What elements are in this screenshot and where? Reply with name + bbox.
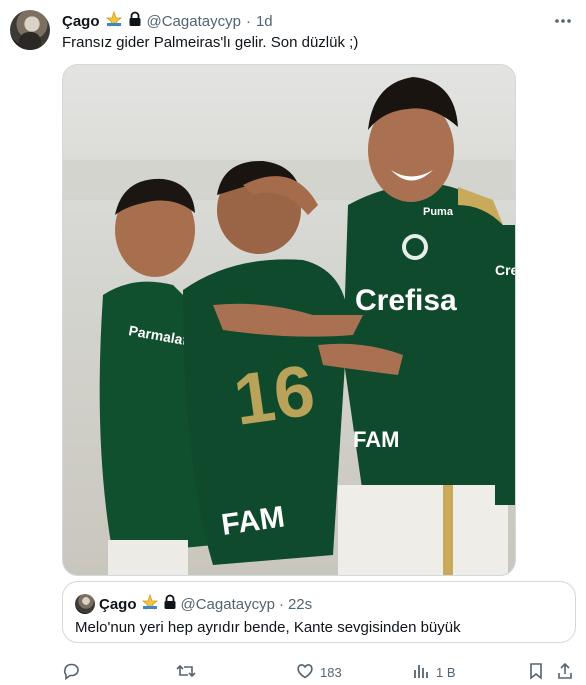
tweet-header: Çago @Cagataycyp · 1d bbox=[62, 10, 273, 32]
bookmark-button[interactable] bbox=[528, 660, 544, 684]
more-icon bbox=[554, 11, 572, 29]
timestamp[interactable]: 1d bbox=[256, 13, 273, 30]
quote-text: Melo'nun yeri hep ayrıdır bende, Kante s… bbox=[75, 619, 461, 636]
jersey-text: Crefisa bbox=[355, 284, 457, 317]
separator-dot: · bbox=[278, 595, 284, 613]
jersey-text: FAM bbox=[353, 427, 399, 452]
like-icon bbox=[296, 662, 314, 683]
views-count: 1 B bbox=[436, 664, 456, 680]
retweet-button[interactable] bbox=[176, 660, 202, 684]
more-button[interactable] bbox=[552, 10, 574, 30]
quote-author-handle: @Cagataycyp bbox=[180, 595, 275, 613]
bookmark-icon bbox=[528, 662, 544, 683]
jersey-number: 16 bbox=[229, 350, 319, 440]
tweet-text: Fransız gider Palmeiras'lı gelir. Son dü… bbox=[62, 34, 359, 51]
lock-icon bbox=[163, 594, 177, 614]
lock-icon bbox=[128, 11, 142, 31]
quote-avatar bbox=[75, 594, 95, 614]
author-handle[interactable]: @Cagataycyp bbox=[147, 13, 241, 30]
tweet-photo[interactable]: Parmalat 16 FAM Crefisa FAM Puma Cr bbox=[62, 64, 516, 576]
views-button[interactable]: 1 B bbox=[412, 660, 456, 684]
jersey-text: Crefisa bbox=[495, 262, 516, 278]
quote-timestamp: 22s bbox=[287, 595, 313, 613]
author-name[interactable]: Çago bbox=[62, 13, 100, 30]
verified-emoji-icon bbox=[105, 10, 123, 32]
tweet: Çago @Cagataycyp · 1d Fransız gider Palm… bbox=[0, 0, 586, 685]
action-bar: 183 1 B bbox=[62, 660, 576, 684]
quote-author-name: Çago bbox=[99, 595, 137, 613]
share-button[interactable] bbox=[556, 660, 574, 684]
jersey-text: Puma bbox=[423, 206, 454, 218]
like-count: 183 bbox=[320, 664, 342, 680]
reply-icon bbox=[62, 662, 80, 683]
share-icon bbox=[556, 662, 574, 683]
retweet-icon bbox=[176, 662, 196, 683]
quoted-tweet[interactable]: Çago @Cagataycyp · 22s Melo'nun yeri hep… bbox=[62, 581, 576, 643]
like-button[interactable]: 183 bbox=[296, 660, 342, 684]
verified-emoji-icon bbox=[141, 593, 159, 615]
separator-dot: · bbox=[245, 12, 251, 30]
reply-button[interactable] bbox=[62, 660, 86, 684]
quote-header: Çago @Cagataycyp · 22s bbox=[75, 593, 313, 615]
views-icon bbox=[412, 662, 430, 683]
avatar[interactable] bbox=[10, 10, 50, 50]
